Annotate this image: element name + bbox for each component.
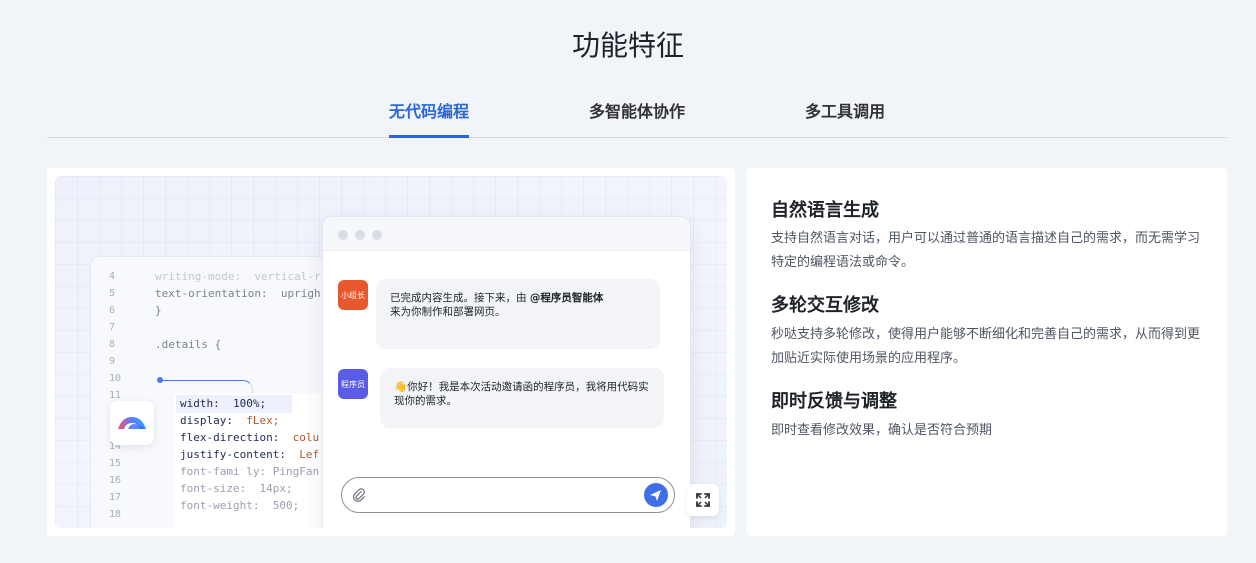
window-titlebar [323,217,690,251]
css-property: font-fami ly: [180,465,267,478]
feature-description: 秒哒支持多轮修改，使得用户能够不断细化和完善自己的需求，从而得到更加贴近实际使用… [771,327,1201,366]
avatar: 小组长 [338,280,368,310]
css-value: 100%; [233,397,267,410]
css-property: display: [180,414,233,427]
demo-illustration: 4 5 6 7 8 9 10 11 12 13 14 15 16 17 18 w… [55,176,727,528]
line-gutter: 4 5 6 7 8 9 10 11 12 13 14 15 16 17 18 [91,257,141,528]
tab-multi-agent-collaboration[interactable]: 多智能体协作 [589,98,685,122]
chat-message: 已完成内容生成。接下来，由 @程序员智能体 来为你制作和部署网页。 [376,279,660,349]
feature-title: 多轮交互修改 [771,295,879,316]
css-property: font-weight: [180,499,260,512]
code-line: .details { [155,338,222,351]
css-value: 500; [272,499,300,512]
expand-button[interactable] [687,484,719,516]
line-number: 8 [109,339,116,350]
agent-mention[interactable]: @程序员智能体 [530,292,604,304]
window-dot [338,230,348,240]
feature-title: 自然语言生成 [771,200,879,221]
wave-emoji-icon: 👋 [394,381,408,393]
message-text: 来为你制作和部署网页。 [390,306,506,318]
tab-multi-tool-calling[interactable]: 多工具调用 [805,98,885,122]
line-number: 10 [109,373,122,384]
send-button[interactable] [644,483,668,507]
css-value: fLex; [246,414,280,427]
window-dot [372,230,382,240]
avatar: 程序员 [338,369,368,399]
line-number: 16 [109,475,122,486]
line-number: 4 [109,271,116,282]
code-line: writing-mode: vertical-r [155,270,321,283]
chat-message: 👋你好！我是本次活动邀请函的程序员，我将用代码实现你的需求。 [380,368,664,428]
feature-description: 支持自然语言对话，用户可以通过普通的语言描述自己的需求，而无需学习特定的编程语法… [771,231,1201,270]
css-value: PingFan [272,465,320,478]
code-line: text-orientation: uprigh [155,287,321,300]
css-property: flex-direction: [180,431,280,444]
css-value: 14px; [259,482,293,495]
demo-card: 4 5 6 7 8 9 10 11 12 13 14 15 16 17 18 w… [47,168,735,536]
feature-title: 即时反馈与调整 [771,391,897,412]
page-title: 功能特征 [571,29,684,62]
code-line: } [155,304,162,317]
css-property: justify-content: [180,448,286,461]
feature-tabs: 无代码编程 多智能体协作 多工具调用 [47,86,1227,138]
line-number: 9 [109,356,116,367]
css-property: font-size: [180,482,247,495]
features-card: 自然语言生成 支持自然语言对话，用户可以通过普通的语言描述自己的需求，而无需学习… [747,168,1227,536]
tab-no-code-programming[interactable]: 无代码编程 [389,98,470,138]
css-value: Lef [299,448,320,461]
send-icon [650,490,661,501]
expand-icon [696,493,710,507]
message-text: 已完成内容生成。接下来，由 [390,292,530,304]
css-value: colu [292,431,320,444]
paperclip-icon[interactable] [352,488,366,502]
line-number: 11 [109,390,122,401]
line-number: 7 [109,322,116,333]
line-number: 6 [109,305,116,316]
line-number: 5 [109,288,116,299]
window-dot [355,230,365,240]
message-text: 你好！我是本次活动邀请函的程序员，我将用代码实现你的需求。 [394,381,649,407]
css-property: width: [180,397,220,410]
app-logo-icon [110,401,154,445]
line-number: 17 [109,492,122,503]
line-number: 18 [109,509,122,520]
feature-description: 即时查看修改效果，确认是否符合预期 [771,423,993,438]
chat-window: 小组长 已完成内容生成。接下来，由 @程序员智能体 来为你制作和部署网页。 程序… [322,216,691,528]
chat-input[interactable] [341,477,675,513]
line-number: 15 [109,458,122,469]
